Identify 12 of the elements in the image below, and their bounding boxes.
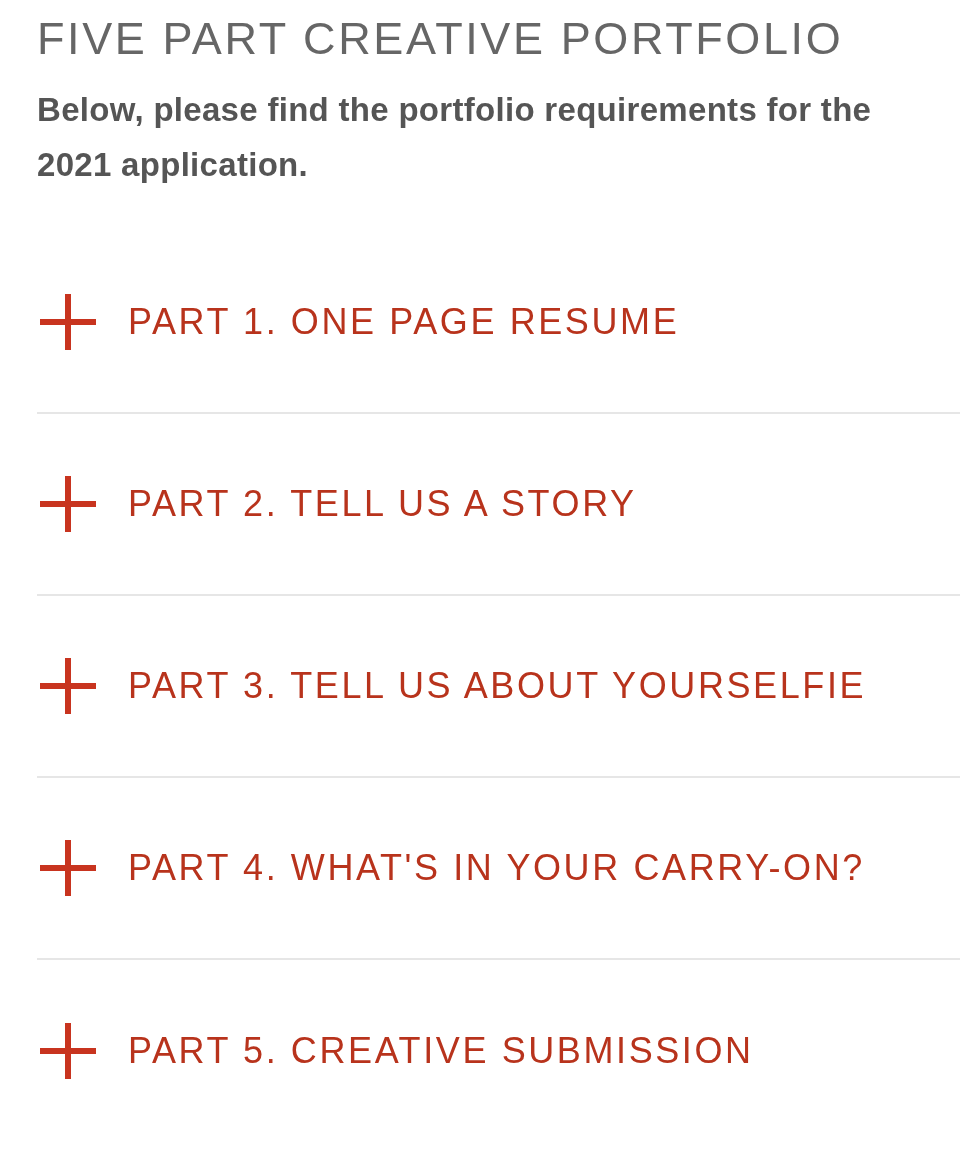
plus-icon[interactable] (40, 1023, 96, 1079)
plus-icon[interactable] (40, 476, 96, 532)
plus-icon[interactable] (40, 658, 96, 714)
plus-icon[interactable] (40, 294, 96, 350)
plus-icon[interactable] (40, 840, 96, 896)
section-toggle[interactable]: PART 3. TELL US ABOUT YOURSELFIE (128, 665, 867, 707)
section-toggle[interactable]: PART 4. WHAT'S IN YOUR CARRY-ON? (128, 847, 865, 889)
section-toggle[interactable]: PART 2. TELL US A STORY (128, 483, 637, 525)
section-toggle[interactable]: PART 5. CREATIVE SUBMISSION (128, 1030, 754, 1072)
page-title: FIVE PART CREATIVE PORTFOLIO (37, 14, 844, 64)
intro-paragraph: Below, please find the portfolio requirements for the 2021 application. (37, 90, 873, 185)
section-toggle[interactable]: PART 1. ONE PAGE RESUME (128, 301, 680, 343)
